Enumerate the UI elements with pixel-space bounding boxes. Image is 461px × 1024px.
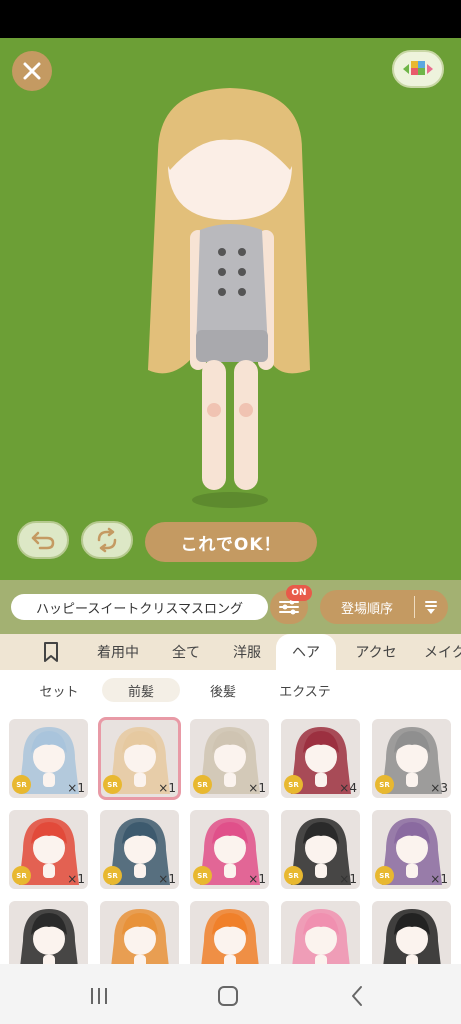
hair-thumbnail [292, 909, 350, 964]
home-icon[interactable] [213, 984, 243, 1008]
item-count: ×1 [430, 872, 448, 886]
rarity-badge: SR [284, 866, 303, 885]
hair-item-card[interactable]: SR ×1 [98, 717, 181, 800]
item-count: ×1 [248, 872, 266, 886]
item-count: ×3 [430, 781, 448, 795]
filter-on-badge: ON [286, 585, 312, 601]
rarity-badge: SR [375, 775, 394, 794]
rarity-badge: SR [284, 775, 303, 794]
item-count: ×1 [248, 781, 266, 795]
item-count: ×1 [67, 781, 85, 795]
hair-thumbnail [111, 909, 169, 964]
hair-thumbnail [383, 909, 441, 964]
hair-item-card[interactable] [281, 901, 360, 964]
undo-button[interactable] [17, 521, 69, 559]
category-tabs: 着用中 全て 洋服 ヘア アクセ メイク [0, 634, 461, 670]
app-root: これでOK！ ハッピースイートクリスマスロング ON 登場順序 着用中 全て 洋 [0, 0, 461, 1024]
system-nav-bar [0, 964, 461, 1024]
rarity-badge: SR [193, 866, 212, 885]
hair-item-card[interactable]: SR ×1 [100, 810, 179, 889]
bookmark-tab[interactable] [34, 634, 68, 670]
close-icon [23, 62, 41, 80]
sort-icon [415, 599, 447, 615]
hair-subtabs: セット 前髪 後髪 エクステ [0, 670, 461, 710]
rarity-badge: SR [375, 866, 394, 885]
sort-order-label: 登場順序 [340, 601, 393, 617]
rarity-badge: SR [12, 866, 31, 885]
hair-item-card[interactable]: SR ×1 [190, 719, 269, 798]
palette-icon [403, 61, 433, 75]
tab-wearing[interactable]: 着用中 [88, 634, 148, 670]
rotate-button[interactable] [81, 521, 133, 559]
hair-item-card[interactable]: SR ×1 [9, 719, 88, 798]
item-count: ×1 [67, 872, 85, 886]
bookmark-icon [44, 642, 58, 662]
back-icon[interactable] [342, 984, 372, 1008]
status-bar [0, 0, 461, 38]
hair-item-card[interactable]: SR ×4 [281, 719, 360, 798]
rarity-badge: SR [193, 775, 212, 794]
confirm-ok-button[interactable]: これでOK！ [145, 522, 317, 562]
hair-item-card[interactable]: SR ×1 [190, 810, 269, 889]
subtab-set[interactable]: セット [20, 678, 98, 702]
rarity-badge: SR [103, 866, 122, 885]
item-count: ×1 [158, 781, 176, 795]
tab-all[interactable]: 全て [162, 634, 210, 670]
hair-item-card[interactable]: SR ×3 [372, 719, 451, 798]
item-grid: SR ×1 SR ×1 SR ×1 SR ×4 SR ×3 SR ×1 SR ×1 SR ×1 SR ×1 SR ×1 [0, 710, 461, 964]
recent-apps-icon[interactable] [84, 984, 114, 1008]
hair-item-card[interactable] [100, 901, 179, 964]
hair-item-card[interactable] [190, 901, 269, 964]
item-name-field[interactable]: ハッピースイートクリスマスロング [11, 594, 268, 620]
subtab-bangs[interactable]: 前髪 [102, 678, 180, 702]
close-button[interactable] [12, 51, 52, 91]
rotate-icon [97, 527, 117, 553]
hair-item-card[interactable]: SR ×1 [281, 810, 360, 889]
color-palette-button[interactable] [392, 50, 444, 88]
tab-hair[interactable]: ヘア [276, 634, 336, 670]
tab-accessory[interactable]: アクセ [346, 634, 406, 670]
sort-order-button[interactable]: 登場順序 [320, 590, 448, 624]
rarity-badge: SR [103, 775, 122, 794]
hair-item-card[interactable] [9, 901, 88, 964]
tab-clothes[interactable]: 洋服 [224, 634, 270, 670]
rarity-badge: SR [12, 775, 31, 794]
hair-item-card[interactable]: SR ×1 [372, 810, 451, 889]
avatar-figure [148, 88, 310, 508]
hair-item-card[interactable] [372, 901, 451, 964]
hair-thumbnail [20, 909, 78, 964]
subtab-back-hair[interactable]: 後髪 [184, 678, 262, 702]
subtab-extensions[interactable]: エクステ [266, 678, 344, 702]
tab-makeup[interactable]: メイク [416, 634, 461, 670]
hair-item-card[interactable]: SR ×1 [9, 810, 88, 889]
item-count: ×1 [158, 872, 176, 886]
item-count: ×4 [339, 781, 357, 795]
hair-thumbnail [201, 909, 259, 964]
item-count: ×1 [339, 872, 357, 886]
undo-icon [31, 531, 55, 550]
